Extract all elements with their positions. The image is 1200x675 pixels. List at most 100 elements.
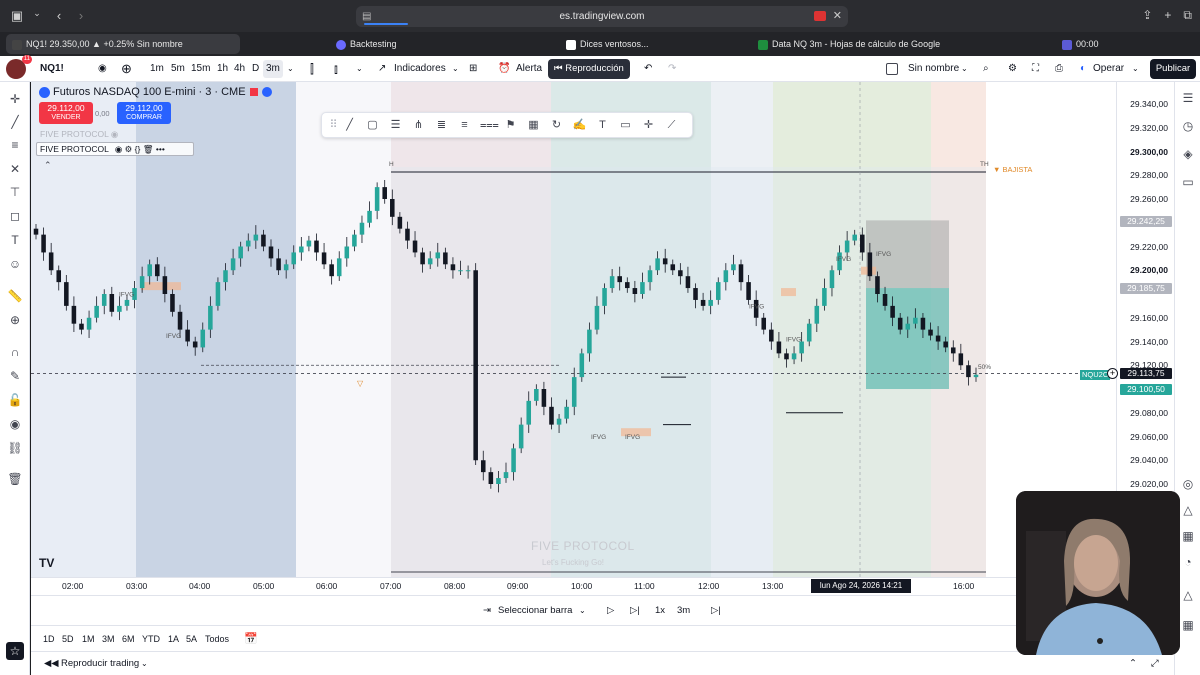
fib-retracement-icon[interactable]: ☰ [388, 118, 403, 133]
price-chart[interactable]: IFVG IFVG IFVG IFVG IFVG IFVG IFVG IFVG H TH 50% ▼ … [31, 82, 1116, 595]
pitchfork-icon[interactable]: ⋔ [411, 118, 426, 133]
tab-tradingview[interactable]: NQ1! 29.350,00 ▲ +0.25% Sin nombre [6, 34, 240, 54]
interval-1m[interactable]: 1m [150, 56, 164, 82]
range-5a[interactable]: 5A [186, 626, 197, 652]
chevron-down-icon[interactable]: ⌄ [961, 56, 968, 82]
interval-15m[interactable]: 15m [191, 56, 210, 82]
indicators-button[interactable]: Indicadores [394, 56, 446, 82]
drag-handle-icon[interactable]: ⠿ [326, 118, 341, 133]
tabs-overview-icon[interactable]: ⧉ [1183, 8, 1192, 23]
alerts-clock-icon[interactable]: ◷ [1180, 118, 1196, 134]
zoom-in-icon[interactable]: ⊕ [6, 311, 24, 329]
sell-button[interactable]: 29.112,00 VENDER [39, 102, 93, 124]
range-ytd[interactable]: YTD [142, 626, 160, 652]
chevron-down-icon[interactable]: ⌄ [287, 56, 294, 82]
flag-icon[interactable]: ⚑ [503, 118, 518, 133]
add-alert-icon[interactable]: + [1107, 368, 1118, 379]
gear-icon[interactable]: ⚙ [1008, 56, 1017, 82]
interval-d[interactable]: D [252, 56, 259, 82]
emoji-icon[interactable]: ☺ [6, 255, 24, 273]
templates-icon[interactable]: ⊞ [469, 56, 477, 82]
collapse-panel-icon[interactable]: ⌃ [1129, 652, 1137, 675]
chart-pane[interactable]: IFVG IFVG IFVG IFVG IFVG IFVG IFVG IFVG H TH 50% ▼ … [31, 82, 1174, 595]
chat-icon[interactable]: ▭ [1180, 174, 1196, 190]
range-1a[interactable]: 1A [168, 626, 179, 652]
chevron-down-icon[interactable]: ⌄ [579, 596, 586, 626]
buy-button[interactable]: 29.112,00 COMPRAR [117, 102, 171, 124]
share-icon[interactable]: ⇪ [1142, 8, 1152, 23]
trash-icon[interactable]: 🗑 [6, 470, 24, 488]
watchlist-icon[interactable]: ☰ [1180, 90, 1196, 106]
star-icon[interactable]: ☆ [6, 642, 24, 660]
shape-icon[interactable]: ◻ [6, 207, 24, 225]
text-icon[interactable]: T [595, 118, 610, 133]
range-5d[interactable]: 5D [62, 626, 74, 652]
ideas-icon[interactable]: △ [1180, 502, 1196, 518]
crosshair-icon[interactable]: ✛ [6, 90, 24, 108]
broadcast-icon[interactable]: ◔ [1180, 554, 1196, 570]
alarm-icon[interactable]: ⏰ [498, 56, 510, 82]
interval-1h[interactable]: 1h [217, 56, 228, 82]
eye-icon[interactable]: ◉ [98, 56, 107, 82]
projection-icon[interactable]: ⊤ [6, 183, 24, 201]
compare-add-icon[interactable]: ⊕ [121, 56, 132, 82]
alert-button[interactable]: Alerta [516, 56, 542, 82]
ruler-icon[interactable]: 📏 [6, 287, 24, 305]
indicator-legend[interactable]: FIVE PROTOCOL ◉ ⚙ {} 🗑 ••• [36, 142, 194, 156]
more-icon[interactable]: ••• [156, 144, 165, 154]
magnet-icon[interactable]: ∩ [6, 343, 24, 361]
publish-button[interactable]: Publicar [1150, 59, 1196, 79]
collapse-icon[interactable]: ⌃ [44, 160, 52, 171]
select-bar-button[interactable]: Seleccionar barra [498, 596, 572, 626]
trash-icon[interactable]: 🗑 [143, 144, 154, 154]
indicators-icon[interactable]: ↗ [378, 56, 386, 82]
tab-sheets[interactable]: Data NQ 3m - Hojas de cálculo de Google [752, 34, 952, 54]
back-icon[interactable]: ‹ [48, 8, 70, 23]
search-icon[interactable]: ⌕ [983, 56, 989, 82]
step-forward-icon[interactable]: ▷| [630, 596, 640, 626]
symbol-search[interactable]: NQ1! [40, 56, 64, 82]
crosshair-icon[interactable]: ✛ [641, 118, 656, 133]
rectangle-icon[interactable]: ▢ [365, 118, 380, 133]
chevron-down-icon[interactable]: ⌄ [1132, 56, 1139, 82]
range-3m[interactable]: 3M [102, 626, 115, 652]
calendar-icon[interactable]: ▦ [1180, 528, 1196, 544]
brush-icon[interactable]: ✍ [572, 118, 587, 133]
apps-grid-icon[interactable]: ▦ [1180, 617, 1196, 633]
fib-extension-icon[interactable]: ≡ [457, 118, 472, 133]
fib-icon[interactable]: ≡ [6, 136, 24, 154]
sidebar-toggle-icon[interactable]: ▣ [6, 8, 28, 24]
chevron-down-icon[interactable]: ⌄ [141, 652, 148, 675]
camera-icon[interactable]: ⎙ [1055, 56, 1063, 82]
layout-name[interactable]: Sin nombre [908, 56, 959, 82]
range-all[interactable]: Todos [205, 626, 229, 652]
url-bar[interactable]: ▤ es.tradingview.com ✕ [356, 6, 848, 27]
time-axis[interactable]: 02:00 03:00 04:00 05:00 06:00 07:00 08:0… [31, 577, 1116, 595]
replay-trading-tab[interactable]: Reproducir trading [61, 652, 139, 675]
text-icon[interactable]: T [6, 231, 24, 249]
layout-checkbox[interactable] [886, 63, 898, 75]
interval-4h[interactable]: 4h [234, 56, 245, 82]
pattern-icon[interactable]: ✕ [6, 160, 24, 178]
interval-5m[interactable]: 5m [171, 56, 185, 82]
source-code-icon[interactable]: {} [135, 144, 141, 154]
layers-icon[interactable]: ◈ [1180, 146, 1196, 162]
forward-icon[interactable]: › [70, 8, 92, 23]
link-icon[interactable]: ⛓ [6, 439, 24, 457]
new-tab-icon[interactable]: + [1164, 8, 1171, 23]
parallel-channel-icon[interactable]: ⩶ [480, 118, 499, 133]
replay-button[interactable]: ⏮ Reproducción [548, 59, 630, 79]
select-bar-icon[interactable]: ⇥ [483, 596, 491, 626]
play-icon[interactable]: ▷ [607, 596, 614, 626]
chevron-down-icon[interactable]: ⌄ [26, 8, 48, 19]
close-icon[interactable]: ✕ [833, 6, 842, 27]
tab-backtesting[interactable]: Backtesting [330, 34, 470, 54]
range-1m[interactable]: 1M [82, 626, 95, 652]
fullscreen-icon[interactable]: ⛶ [1032, 56, 1039, 82]
chevron-down-icon[interactable]: ⌄ [452, 56, 459, 82]
ray-icon[interactable]: ⟋ [664, 118, 679, 133]
cycle-icon[interactable]: ↻ [549, 118, 564, 133]
jump-to-realtime-icon[interactable]: ▷| [711, 596, 721, 626]
bar-style-icon[interactable]: ⫿ [310, 56, 314, 82]
redo-icon[interactable]: ↷ [668, 56, 676, 82]
